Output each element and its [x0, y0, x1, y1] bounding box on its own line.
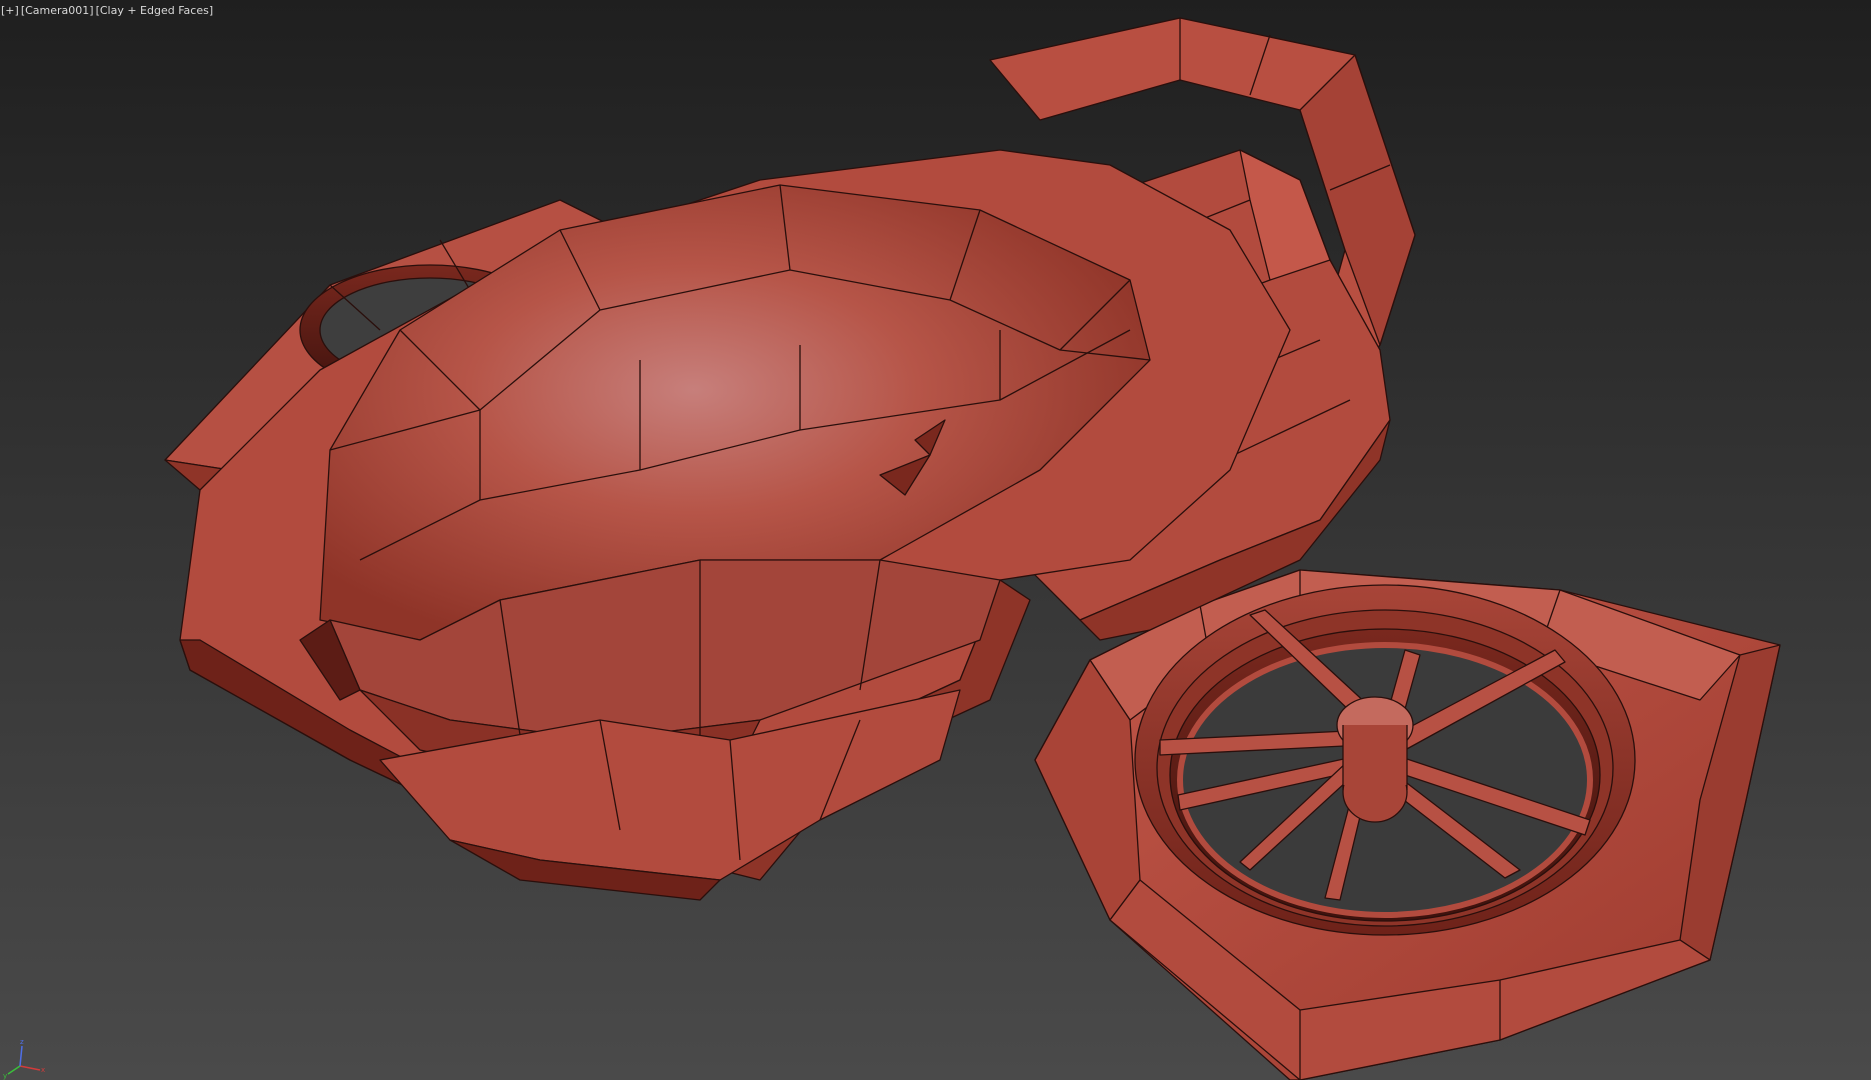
- gizmo-z-label: z: [20, 1038, 24, 1046]
- gizmo-x-label: x: [41, 1066, 45, 1074]
- 3d-viewport[interactable]: [+] [Camera001] [Clay + Edged Faces] x y…: [0, 0, 1871, 1080]
- drone-model[interactable]: [0, 0, 1871, 1080]
- gizmo-y-label: y: [3, 1072, 7, 1080]
- axis-gizmo-icon: x y z: [3, 1038, 45, 1080]
